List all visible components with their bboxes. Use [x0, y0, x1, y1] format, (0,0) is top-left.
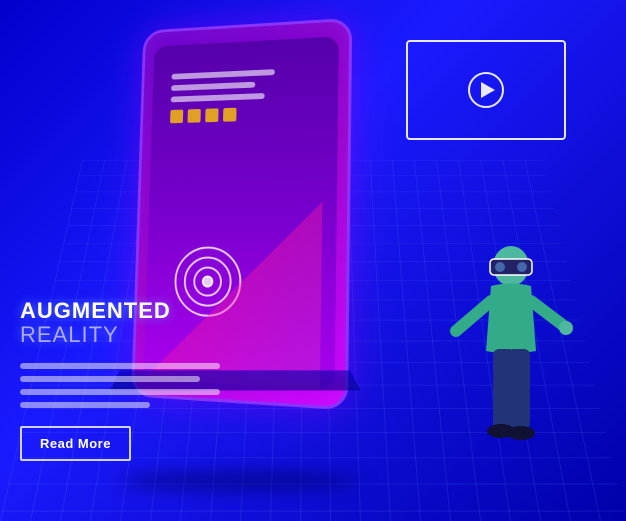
desc-line-3	[20, 389, 220, 395]
phone-line-3	[171, 93, 265, 102]
read-more-button[interactable]: Read More	[20, 426, 131, 461]
video-card	[406, 40, 566, 140]
play-icon	[481, 82, 495, 98]
phone-dots	[170, 106, 294, 124]
phone-dot-2	[187, 109, 200, 123]
phone-shadow	[120, 471, 360, 491]
vr-person	[446, 241, 576, 461]
text-area: AUGMENTED REALITY Read More	[20, 299, 220, 461]
main-title: AUGMENTED REALITY	[20, 299, 220, 347]
phone-dot-3	[205, 108, 218, 122]
desc-line-1	[20, 363, 220, 369]
background: AUGMENTED REALITY Read More	[0, 0, 626, 521]
desc-line-4	[20, 402, 150, 408]
description-lines	[20, 363, 220, 408]
video-play-button[interactable]	[468, 72, 504, 108]
phone-line-1	[171, 69, 275, 79]
phone-dot-1	[170, 110, 183, 124]
person-svg	[446, 241, 576, 461]
title-line2: REALITY	[20, 322, 119, 347]
title-line1: AUGMENTED	[20, 298, 171, 323]
phone-dot-4	[223, 108, 237, 122]
phone-ui-lines	[170, 68, 294, 123]
phone-line-2	[171, 82, 255, 91]
desc-line-2	[20, 376, 200, 382]
